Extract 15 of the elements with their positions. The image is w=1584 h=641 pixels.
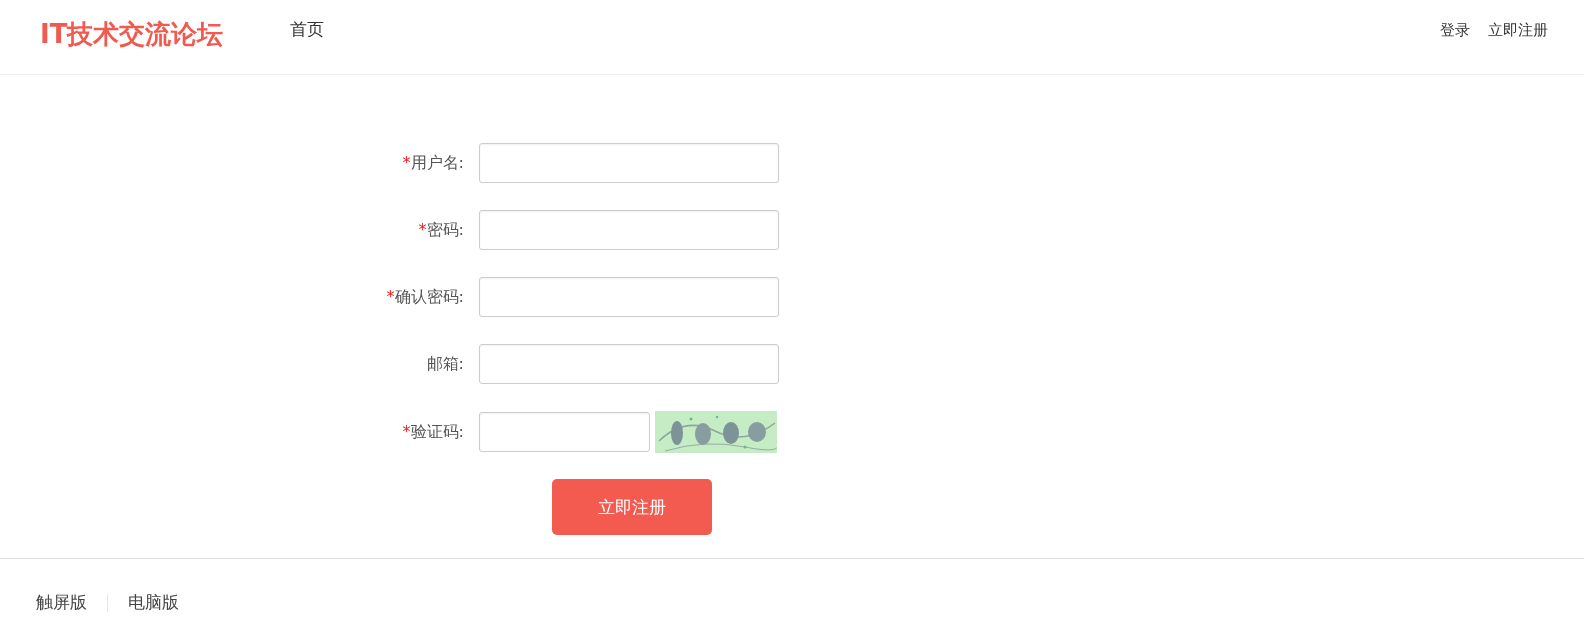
header-link[interactable]: 登录 xyxy=(1440,20,1470,40)
field-label: 邮箱: xyxy=(425,353,464,375)
field-label: *验证码: xyxy=(401,421,464,443)
nav-link[interactable]: 首页 xyxy=(290,18,324,39)
header-link[interactable]: 立即注册 xyxy=(1488,20,1548,40)
footer-link[interactable]: 触屏版 xyxy=(36,591,87,614)
captcha-field[interactable] xyxy=(479,412,650,452)
input-field[interactable] xyxy=(479,143,779,183)
input-field[interactable] xyxy=(479,277,779,317)
footer-link[interactable]: 电脑版 xyxy=(128,591,179,614)
field-label: *密码: xyxy=(417,219,464,241)
field-label: *用户名: xyxy=(401,152,464,174)
input-field[interactable] xyxy=(479,210,779,250)
field-label: *确认密码: xyxy=(385,286,464,308)
input-field[interactable] xyxy=(479,344,779,384)
